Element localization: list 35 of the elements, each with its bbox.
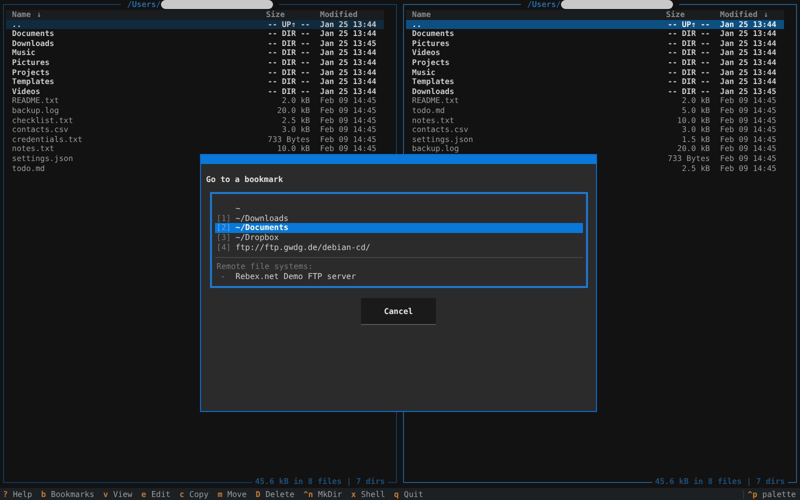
panel-summary: 45.6 kB in 8 files | 7 dirs [252,477,388,487]
shortcut-label[interactable]: Quit [404,490,424,498]
bookmark-item[interactable]: [2] ~/Documents [214,223,582,234]
shortcut-key[interactable]: m [218,490,222,498]
shortcut-key[interactable]: ? [3,490,8,498]
remote-item[interactable]: - Rebex.net Demo FTP server [214,272,582,282]
bookmark-item[interactable]: [1] ~/Downloads [214,214,582,224]
shortcut-label[interactable]: Edit [151,490,170,498]
shortcut-key[interactable]: x [351,490,356,498]
shortcut-key[interactable]: e [141,490,146,498]
panel-path: /Users/ [127,0,161,8]
shortcut-key[interactable]: c [179,490,184,498]
shortcut-label[interactable]: palette [762,490,796,498]
shortcut-key[interactable]: q [394,490,399,498]
shortcut-key[interactable]: v [103,490,108,498]
shortcut-key[interactable]: ^n [303,490,314,498]
panel-path: /Users/ [527,0,561,8]
cancel-button[interactable]: Cancel [361,298,436,325]
bookmark-item[interactable]: [3] ~/Dropbox [214,233,582,243]
dialog-title: Go to a bookmark [205,174,284,186]
shortcut-key[interactable]: b [41,490,46,498]
shortcut-label[interactable]: View [113,490,132,498]
bookmark-item[interactable]: [4] ftp://ftp.gwdg.de/debian-cd/ [214,242,582,252]
shortcut-label[interactable]: Move [227,490,247,498]
shortcut-label[interactable]: Shell [360,490,386,498]
shortcut-label[interactable]: Delete [265,490,294,498]
bookmark-item[interactable]: ~ [214,204,582,214]
shortcut-label[interactable]: MkDir [318,490,342,498]
shortcut-key[interactable]: D [256,490,260,498]
shortcut-label[interactable]: Copy [189,490,209,498]
shortcut-label[interactable]: Help [12,490,32,498]
shortcut-key[interactable]: ^p [748,490,758,498]
shortcut-label[interactable]: Bookmarks [50,490,94,498]
section-label: Remote file systems: [216,262,314,272]
panel-summary: 45.6 kB in 8 files | 7 dirs [652,477,788,487]
